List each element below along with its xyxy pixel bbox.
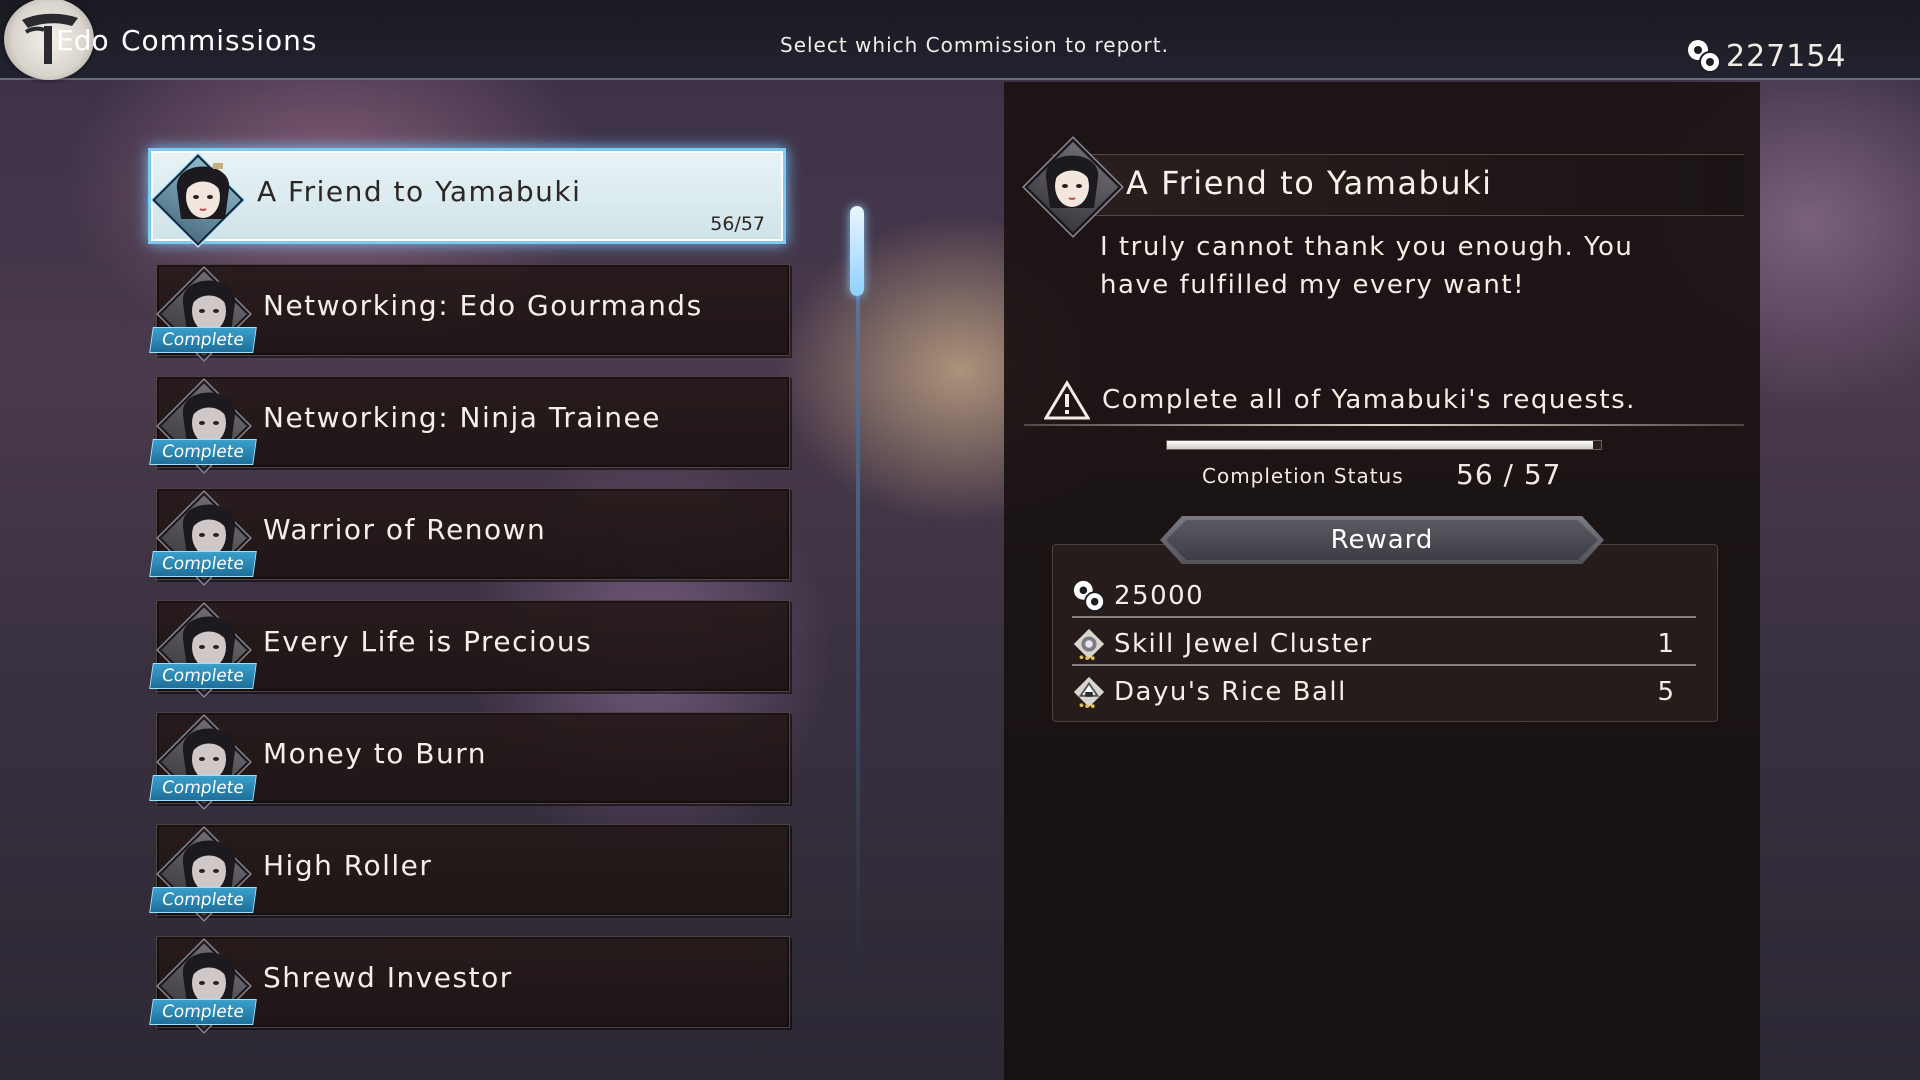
commission-item-every-life-is-precious[interactable]: Complete Every Life is Precious bbox=[149, 600, 790, 696]
objective-text: Complete all of Yamabuki's requests. bbox=[1102, 385, 1636, 415]
completion-status-value: 56 / 57 bbox=[1456, 458, 1562, 491]
commission-name: High Roller bbox=[263, 849, 433, 882]
scrollbar-thumb[interactable] bbox=[850, 206, 864, 296]
commission-item-networking-ninja-trainee[interactable]: Complete Networking: Ninja Trainee bbox=[149, 376, 790, 472]
reward-qty: 5 bbox=[1657, 677, 1674, 707]
commission-item-warrior-of-renown[interactable]: Complete Warrior of Renown bbox=[149, 488, 790, 584]
status-badge-complete: Complete bbox=[149, 663, 257, 689]
reward-row: 25000 bbox=[1072, 574, 1696, 618]
reward-row: Skill Jewel Cluster 1 bbox=[1072, 622, 1696, 666]
reward-name: 25000 bbox=[1114, 581, 1205, 611]
jewel-icon bbox=[1073, 628, 1105, 661]
reward-name: Dayu's Rice Ball bbox=[1114, 677, 1347, 707]
yamabuki-portrait-icon bbox=[1045, 155, 1099, 208]
money-amount: 227154 bbox=[1726, 38, 1847, 74]
commission-name: Shrewd Investor bbox=[263, 961, 513, 994]
detail-title: A Friend to Yamabuki bbox=[1126, 164, 1493, 202]
money-display: 227154 bbox=[1686, 38, 1847, 74]
commission-name: Money to Burn bbox=[263, 737, 487, 770]
coin-icon bbox=[1073, 580, 1106, 613]
yamabuki-portrait-icon bbox=[176, 163, 230, 219]
commission-item-money-to-burn[interactable]: Complete Money to Burn bbox=[149, 712, 790, 808]
region-label: Edo bbox=[56, 24, 109, 57]
commission-name: Every Life is Precious bbox=[263, 625, 593, 658]
reward-header: Reward bbox=[1166, 520, 1598, 560]
status-badge-complete: Complete bbox=[149, 439, 257, 465]
commission-item-networking-edo-gourmands[interactable]: Complete Networking: Edo Gourmands bbox=[149, 264, 790, 360]
commission-progress: 56/57 bbox=[710, 213, 765, 235]
divider bbox=[1072, 616, 1696, 618]
status-badge-complete: Complete bbox=[149, 999, 257, 1025]
completion-status-label: Completion Status bbox=[1202, 464, 1404, 488]
commission-name: Warrior of Renown bbox=[263, 513, 547, 546]
commission-item-a-friend-to-yamabuki[interactable]: A Friend to Yamabuki 56/57 bbox=[148, 148, 786, 246]
list-scrollbar[interactable] bbox=[856, 210, 860, 980]
completion-progress-fill bbox=[1167, 441, 1594, 449]
commission-name: Networking: Edo Gourmands bbox=[263, 289, 703, 322]
commission-item-high-roller[interactable]: Complete High Roller bbox=[149, 824, 790, 920]
status-badge-complete: Complete bbox=[149, 551, 257, 577]
detail-description: I truly cannot thank you enough. You hav… bbox=[1100, 232, 1634, 300]
instruction-text: Select which Commission to report. bbox=[780, 33, 1169, 57]
reward-qty: 1 bbox=[1657, 629, 1674, 659]
coin-icon bbox=[1686, 38, 1722, 74]
top-bar: Edo Commissions Select which Commission … bbox=[0, 0, 1920, 80]
rice-ball-icon bbox=[1073, 676, 1105, 709]
status-badge-complete: Complete bbox=[149, 775, 257, 801]
status-badge-complete: Complete bbox=[149, 887, 257, 913]
reward-name: Skill Jewel Cluster bbox=[1114, 629, 1373, 659]
divider bbox=[1072, 664, 1696, 666]
status-badge-complete: Complete bbox=[149, 327, 257, 353]
divider bbox=[1024, 424, 1744, 426]
commission-item-shrewd-investor[interactable]: Complete Shrewd Investor bbox=[149, 936, 790, 1032]
completion-progress-bar bbox=[1166, 440, 1602, 450]
reward-row: Dayu's Rice Ball 5 bbox=[1072, 670, 1696, 714]
page-title: Commissions bbox=[121, 24, 318, 57]
commission-name: Networking: Ninja Trainee bbox=[263, 401, 661, 434]
objective-row: Complete all of Yamabuki's requests. bbox=[1044, 380, 1636, 420]
commission-name: A Friend to Yamabuki bbox=[257, 175, 582, 208]
warning-icon bbox=[1044, 380, 1090, 420]
